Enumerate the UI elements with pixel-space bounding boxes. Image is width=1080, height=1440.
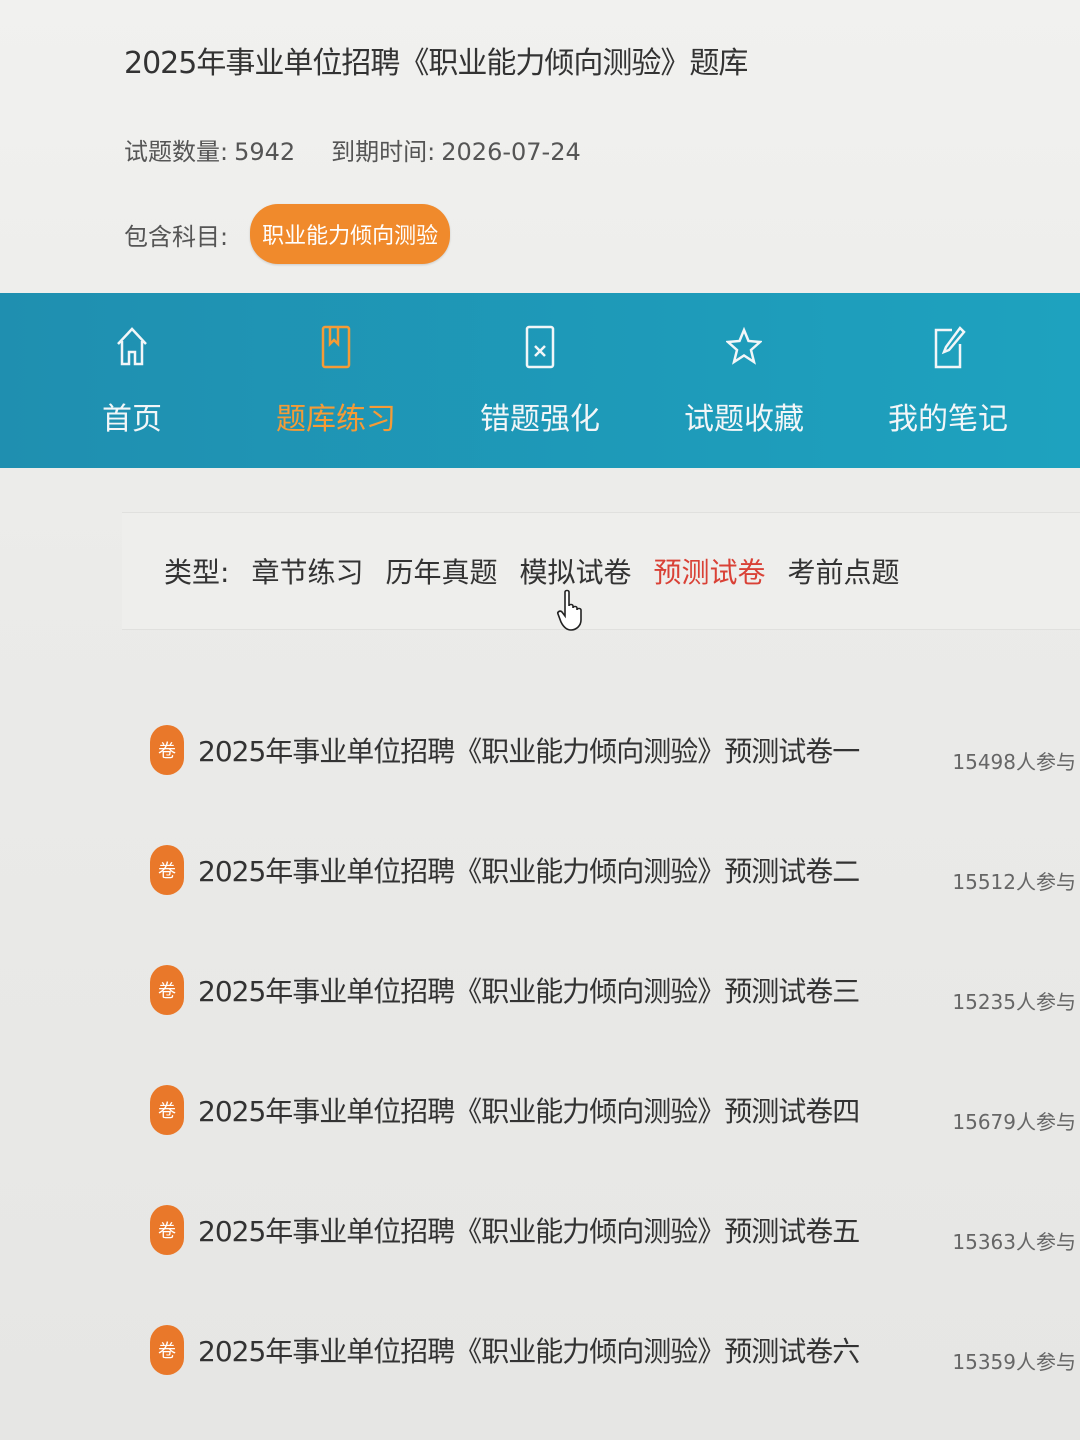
type-filter: 类型: 章节练习 历年真题 模拟试卷 预测试卷 考前点题 bbox=[122, 512, 1080, 630]
home-icon bbox=[114, 324, 150, 378]
paper-title[interactable]: 2025年事业单位招聘《职业能力倾向测验》预测试卷三 bbox=[198, 970, 860, 1010]
nav-item-practice[interactable]: 题库练习 bbox=[251, 324, 421, 438]
main-nav: 首页 题库练习 错题强化 试题收藏 我的笔记 bbox=[0, 293, 1080, 468]
book-icon bbox=[318, 324, 354, 378]
list-item[interactable]: 卷 2025年事业单位招聘《职业能力倾向测验》预测试卷一 15498人参与 bbox=[150, 690, 1080, 810]
paper-title[interactable]: 2025年事业单位招聘《职业能力倾向测验》预测试卷四 bbox=[198, 1090, 860, 1130]
nav-label: 错题强化 bbox=[480, 401, 600, 437]
list-item[interactable]: 卷 2025年事业单位招聘《职业能力倾向测验》预测试卷六 15359人参与 bbox=[150, 1290, 1080, 1410]
list-item[interactable]: 卷 2025年事业单位招聘《职业能力倾向测验》预测试卷四 15679人参与 bbox=[150, 1050, 1080, 1170]
subject-pill[interactable]: 职业能力倾向测验 bbox=[250, 204, 451, 264]
list-item[interactable]: 卷 2025年事业单位招聘《职业能力倾向测验》预测试卷三 15235人参与 bbox=[150, 930, 1080, 1050]
paper-badge: 卷 bbox=[150, 1205, 184, 1255]
paper-title[interactable]: 2025年事业单位招聘《职业能力倾向测验》预测试卷二 bbox=[198, 850, 860, 890]
paper-badge: 卷 bbox=[150, 1085, 184, 1135]
nav-item-mistakes[interactable]: 错题强化 bbox=[455, 324, 625, 438]
participant-count: 15359人参与 bbox=[952, 1350, 1076, 1374]
nav-label: 题库练习 bbox=[276, 401, 396, 437]
nav-label: 试题收藏 bbox=[684, 401, 804, 437]
expiry-label: 到期时间: bbox=[331, 138, 436, 166]
wrong-doc-icon bbox=[522, 324, 558, 378]
nav-label: 首页 bbox=[102, 401, 162, 437]
list-item[interactable]: 卷 2025年事业单位招聘《职业能力倾向测验》预测试卷二 15512人参与 bbox=[150, 810, 1080, 930]
paper-title[interactable]: 2025年事业单位招聘《职业能力倾向测验》预测试卷一 bbox=[198, 730, 860, 770]
nav-label: 我的笔记 bbox=[888, 401, 1008, 437]
page: 2025年事业单位招聘《职业能力倾向测验》题库 试题数量: 5942 到期时间: 2… bbox=[0, 0, 1080, 1440]
paper-badge: 卷 bbox=[150, 725, 184, 775]
nav-item-favorites[interactable]: 试题收藏 bbox=[659, 324, 829, 438]
list-item[interactable]: 卷 2025年事业单位招聘《职业能力倾向测验》预测试卷五 15363人参与 bbox=[150, 1170, 1080, 1290]
participant-count: 15363人参与 bbox=[952, 1230, 1076, 1254]
participant-count: 15498人参与 bbox=[952, 750, 1076, 774]
type-tab-mock[interactable]: 模拟试卷 bbox=[519, 551, 631, 591]
question-count: 试题数量: 5942 bbox=[124, 132, 295, 167]
nav-item-notes[interactable]: 我的笔记 bbox=[863, 324, 1033, 438]
paper-badge: 卷 bbox=[150, 1325, 184, 1375]
note-edit-icon bbox=[930, 324, 966, 378]
hand-cursor-icon bbox=[557, 589, 582, 631]
type-label: 类型: bbox=[164, 556, 230, 589]
paper-title[interactable]: 2025年事业单位招聘《职业能力倾向测验》预测试卷六 bbox=[198, 1330, 860, 1370]
star-icon bbox=[725, 324, 763, 378]
page-title: 2025年事业单位招聘《职业能力倾向测验》题库 bbox=[124, 46, 748, 81]
nav-item-home[interactable]: 首页 bbox=[47, 324, 217, 438]
expiry-date: 2026-07-24 bbox=[441, 138, 581, 166]
type-tab-forecast[interactable]: 预测试卷 bbox=[653, 551, 765, 591]
participant-count: 15235人参与 bbox=[952, 990, 1076, 1014]
paper-badge: 卷 bbox=[150, 965, 184, 1015]
paper-badge: 卷 bbox=[150, 845, 184, 895]
type-tab-pre-exam[interactable]: 考前点题 bbox=[788, 551, 900, 591]
type-tab-chapter[interactable]: 章节练习 bbox=[251, 551, 363, 591]
subjects-label: 包含科目: bbox=[124, 222, 229, 251]
meta-info: 试题数量: 5942 到期时间: 2026-07-24 bbox=[124, 132, 581, 167]
question-count-label: 试题数量: bbox=[124, 138, 229, 166]
type-tab-past-exams[interactable]: 历年真题 bbox=[385, 551, 497, 591]
subjects: 包含科目: 职业能力倾向测验 bbox=[124, 204, 451, 264]
participant-count: 15512人参与 bbox=[952, 870, 1076, 894]
paper-title[interactable]: 2025年事业单位招聘《职业能力倾向测验》预测试卷五 bbox=[198, 1210, 860, 1250]
participant-count: 15679人参与 bbox=[952, 1110, 1076, 1134]
question-count-value: 5942 bbox=[234, 138, 296, 166]
paper-list: 卷 2025年事业单位招聘《职业能力倾向测验》预测试卷一 15498人参与 卷 … bbox=[150, 690, 1080, 1410]
expiry: 到期时间: 2026-07-24 bbox=[331, 132, 581, 167]
